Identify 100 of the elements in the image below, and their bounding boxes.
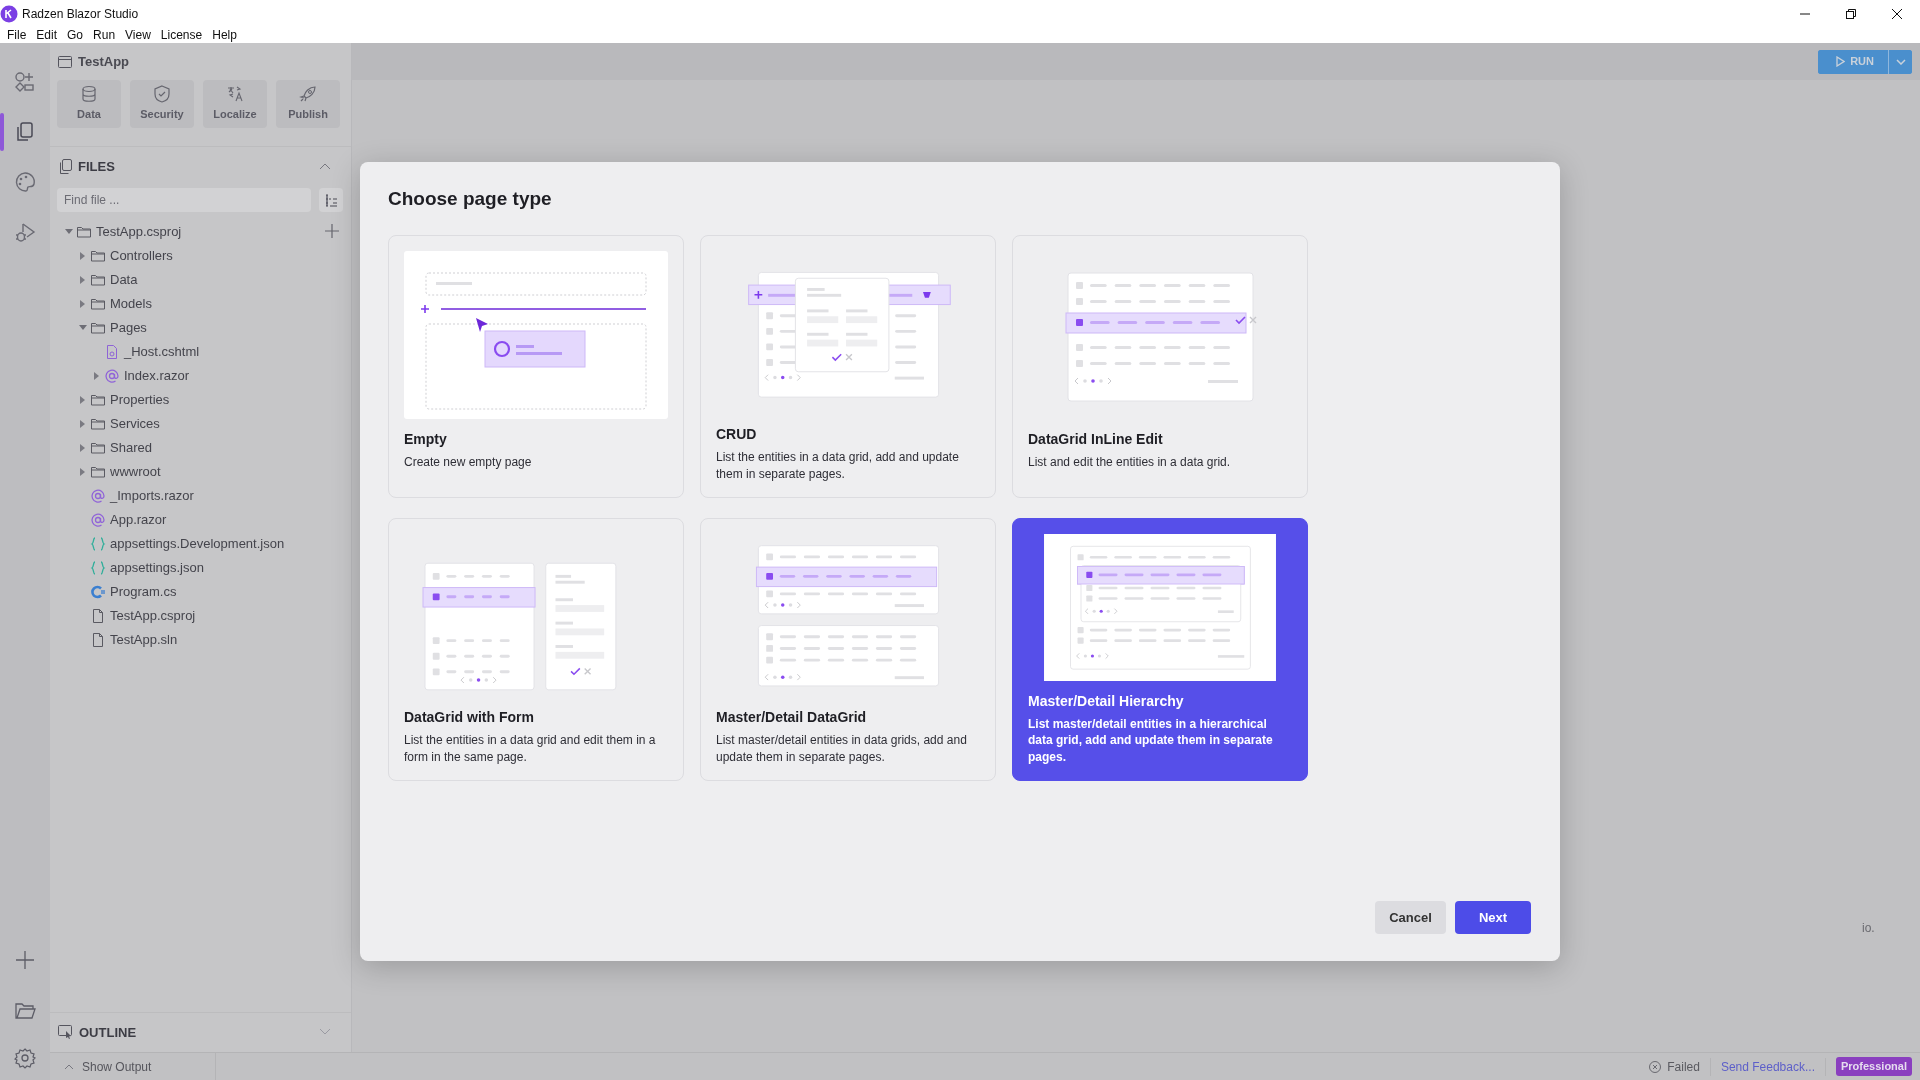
section-title: OUTLINE — [79, 1023, 137, 1042]
caret-right-icon[interactable] — [80, 420, 86, 428]
tree-item[interactable]: Pages — [110, 318, 147, 338]
section-title: FILES — [78, 157, 115, 176]
tool-button[interactable]: Data — [57, 79, 121, 128]
close-icon[interactable] — [1891, 7, 1903, 20]
tree-item[interactable]: _Host.cshtml — [124, 342, 200, 362]
tool-button[interactable]: Security — [130, 79, 194, 128]
braces-icon — [90, 536, 106, 552]
tree-item[interactable]: Properties — [110, 390, 170, 410]
add-icon[interactable] — [14, 949, 36, 971]
run-menu-button[interactable] — [1888, 49, 1912, 74]
components-icon[interactable] — [14, 71, 36, 93]
caret-right-icon[interactable] — [80, 300, 86, 308]
tree-item[interactable]: Services — [110, 414, 160, 434]
error-icon — [1649, 1060, 1662, 1073]
card-title: Master/Detail DataGrid — [716, 708, 868, 728]
files-icon[interactable] — [14, 121, 36, 143]
build-status: Failed — [1667, 1058, 1700, 1076]
folder-icon — [90, 320, 106, 336]
settings-icon[interactable] — [14, 1046, 36, 1069]
card-title: Master/Detail Hierarchy — [1028, 692, 1185, 712]
caret-right-icon[interactable] — [80, 444, 86, 452]
expand-icon[interactable] — [319, 1028, 331, 1037]
tree-item[interactable]: wwwroot — [110, 462, 161, 482]
tree-item[interactable]: Controllers — [110, 246, 173, 266]
menu-item[interactable]: License — [155, 27, 208, 43]
folder-icon — [90, 440, 106, 456]
page-type-card[interactable]: Empty Create new empty page — [388, 234, 684, 498]
at-sign-icon — [90, 512, 106, 528]
tool-button[interactable]: Publish — [276, 79, 340, 128]
tool-button[interactable]: Localize — [203, 79, 267, 128]
at-sign-icon — [90, 488, 106, 504]
tree-view-button[interactable] — [319, 188, 343, 212]
background-text: io. — [1862, 920, 1875, 937]
tree-item[interactable]: Program.cs — [110, 582, 177, 602]
show-output-button[interactable]: Show Output — [50, 1053, 216, 1080]
edition-badge: Professional — [1835, 1057, 1912, 1076]
play-icon — [1836, 56, 1846, 67]
rocket-icon — [299, 84, 317, 103]
project-title: TestApp — [78, 53, 130, 71]
tree-item[interactable]: appsettings.Development.json — [110, 534, 285, 554]
folder-icon — [90, 416, 106, 432]
tree-item[interactable]: TestApp.csproj — [96, 222, 182, 242]
menu-item[interactable]: Go — [62, 27, 89, 43]
card-description: List master/detail entities in data grids, add and update them in separate pages. — [716, 732, 968, 765]
caret-down-icon[interactable] — [65, 229, 73, 235]
folder-icon — [90, 272, 106, 288]
menu-item[interactable]: Edit — [31, 27, 63, 43]
menu-item[interactable]: Help — [207, 27, 242, 43]
next-button[interactable]: Next — [1455, 901, 1531, 934]
menu-item[interactable]: Run — [88, 27, 121, 43]
page-type-card[interactable]: DataGrid with Form List the entities in a data grid and edit them in a form in the same page. — [388, 517, 684, 781]
tree-item[interactable]: Models — [110, 294, 152, 314]
folder-icon — [76, 224, 92, 240]
caret-right-icon[interactable] — [80, 468, 86, 476]
tree-item[interactable]: appsettings.json — [110, 558, 204, 578]
menu-item[interactable]: File — [2, 27, 32, 43]
card-description: List master/detail entities in a hierarchical data grid, add and update them in separate pages. — [1028, 716, 1274, 765]
card-title: CRUD — [716, 425, 758, 445]
restore-icon[interactable] — [1845, 7, 1857, 20]
window-icon — [58, 55, 72, 68]
card-title: Empty — [404, 429, 448, 449]
braces-icon — [90, 560, 106, 576]
tree-item[interactable]: Shared — [110, 438, 152, 458]
page-type-card[interactable]: DataGrid InLine Edit List and edit the entities in a data grid. — [1012, 234, 1308, 498]
tree-item[interactable]: Data — [110, 270, 138, 290]
window-title: Radzen Blazor Studio — [22, 5, 139, 23]
files-icon — [58, 158, 72, 174]
add-icon[interactable] — [325, 224, 339, 238]
feedback-link[interactable]: Send Feedback... — [1710, 1057, 1826, 1076]
folder-icon — [90, 392, 106, 408]
collapse-icon[interactable] — [319, 162, 331, 171]
shield-icon — [153, 84, 171, 103]
page-icon — [104, 344, 120, 360]
debug-icon[interactable] — [14, 221, 36, 243]
cancel-button[interactable]: Cancel — [1375, 901, 1446, 934]
tree-item[interactable]: _Imports.razor — [110, 486, 194, 506]
chevron-down-icon — [1895, 58, 1906, 65]
caret-right-icon[interactable] — [80, 252, 86, 260]
menu-item[interactable]: View — [120, 27, 156, 43]
caret-down-icon[interactable] — [79, 325, 87, 331]
palette-icon[interactable] — [14, 171, 36, 193]
tree-item[interactable]: App.razor — [110, 510, 167, 530]
list-tree-icon — [324, 193, 338, 207]
page-type-card[interactable]: CRUD List the entities in a data grid, add and update them in separate pages. — [700, 234, 996, 498]
translate-icon — [226, 84, 244, 103]
page-type-card[interactable]: Master/Detail Hierarchy List master/detail entities in a hierarchical data grid, add and update them in separate pages. — [1012, 517, 1308, 781]
tree-item[interactable]: TestApp.sln — [110, 630, 178, 650]
caret-right-icon[interactable] — [94, 372, 100, 380]
chevron-up-icon — [64, 1063, 74, 1070]
card-description: List and edit the entities in a data grid. — [1028, 453, 1232, 470]
caret-right-icon[interactable] — [80, 396, 86, 404]
tree-item[interactable]: TestApp.csproj — [110, 606, 196, 626]
caret-right-icon[interactable] — [80, 276, 86, 284]
at-sign-icon — [104, 368, 120, 384]
search-field[interactable]: Find file ... — [57, 188, 311, 212]
card-description: Create new empty page — [404, 453, 533, 470]
page-type-card[interactable]: Master/Detail DataGrid List master/detail entities in data grids, add and update them in separate pages. — [700, 517, 996, 781]
tree-item[interactable]: Index.razor — [124, 366, 190, 386]
